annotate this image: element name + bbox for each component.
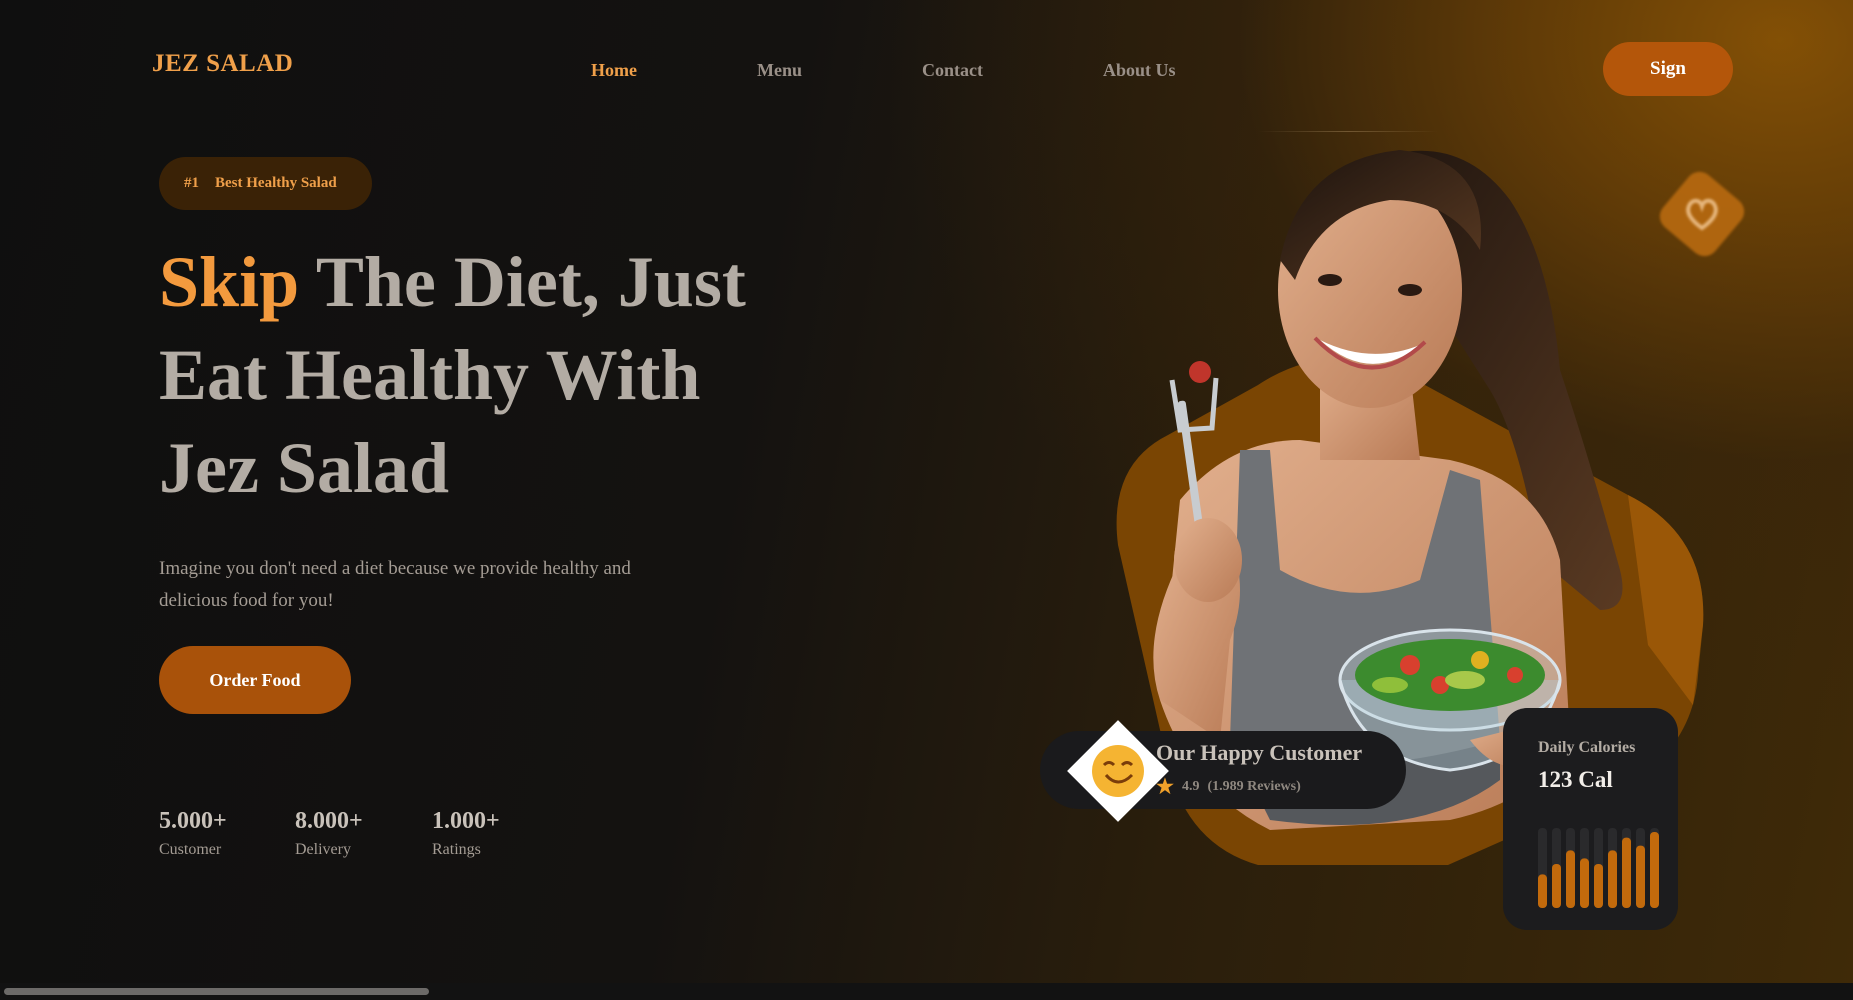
order-food-button[interactable]: Order Food bbox=[159, 646, 351, 714]
best-salad-badge: #1 Best Healthy Salad bbox=[159, 157, 372, 210]
nav-home[interactable]: Home bbox=[591, 60, 637, 81]
happy-customer-title: Our Happy Customer bbox=[1156, 740, 1363, 765]
stat-ratings: 1.000+ Ratings bbox=[432, 808, 500, 859]
headline-line2: Eat Healthy With bbox=[159, 335, 701, 415]
daily-calories-label: Daily Calories bbox=[1538, 739, 1636, 756]
stat-customer: 5.000+ Customer bbox=[159, 808, 227, 859]
calories-bar-chart bbox=[1538, 828, 1659, 908]
calorie-bar bbox=[1566, 850, 1575, 908]
stat-value: 8.000+ bbox=[295, 808, 363, 834]
stat-label: Delivery bbox=[295, 841, 351, 858]
scrollbar-thumb[interactable] bbox=[4, 988, 429, 995]
landing-page: JEZ SALAD Home Menu Contact About Us Sig… bbox=[0, 0, 1853, 1000]
calorie-bar bbox=[1538, 874, 1547, 908]
star-icon: ★ bbox=[1156, 776, 1174, 798]
calorie-bar bbox=[1622, 837, 1631, 908]
hero-description: Imagine you don't need a diet because we… bbox=[159, 558, 631, 611]
calorie-bar bbox=[1636, 845, 1645, 908]
smiling-emoji-icon bbox=[1092, 745, 1144, 797]
calorie-bar bbox=[1650, 832, 1659, 908]
nav-menu[interactable]: Menu bbox=[757, 60, 802, 81]
sign-button[interactable]: Sign bbox=[1603, 42, 1733, 96]
calorie-bar bbox=[1594, 864, 1603, 908]
headline-line1: The Diet, Just bbox=[299, 242, 746, 322]
headline-accent: Skip bbox=[159, 242, 300, 322]
rating-reviews: (1.989 Reviews) bbox=[1207, 778, 1301, 794]
calorie-bar bbox=[1580, 858, 1589, 908]
calorie-bar bbox=[1552, 864, 1561, 908]
rating-value: 4.9 bbox=[1181, 778, 1200, 794]
hero-headline: Skip The Diet, Just Eat Healthy With Jez… bbox=[159, 236, 799, 515]
stat-value: 1.000+ bbox=[432, 808, 500, 834]
headline-line3: Jez Salad bbox=[159, 428, 450, 508]
nav-about-us[interactable]: About Us bbox=[1103, 60, 1176, 81]
happy-customer-rating: ★ 4.9 (1.989 Reviews) bbox=[1156, 774, 1301, 799]
badge-text: Best Healthy Salad bbox=[215, 175, 337, 191]
stat-delivery: 8.000+ Delivery bbox=[295, 808, 363, 859]
stat-value: 5.000+ bbox=[159, 808, 227, 834]
daily-calories-value: 123 Cal bbox=[1538, 767, 1613, 792]
nav-contact[interactable]: Contact bbox=[922, 60, 983, 81]
calorie-bar bbox=[1608, 850, 1617, 908]
decorative-line bbox=[1258, 131, 1438, 132]
stat-label: Ratings bbox=[432, 841, 481, 858]
stat-label: Customer bbox=[159, 841, 222, 858]
badge-number: #1 bbox=[184, 175, 199, 191]
logo[interactable]: JEZ SALAD bbox=[152, 50, 293, 78]
